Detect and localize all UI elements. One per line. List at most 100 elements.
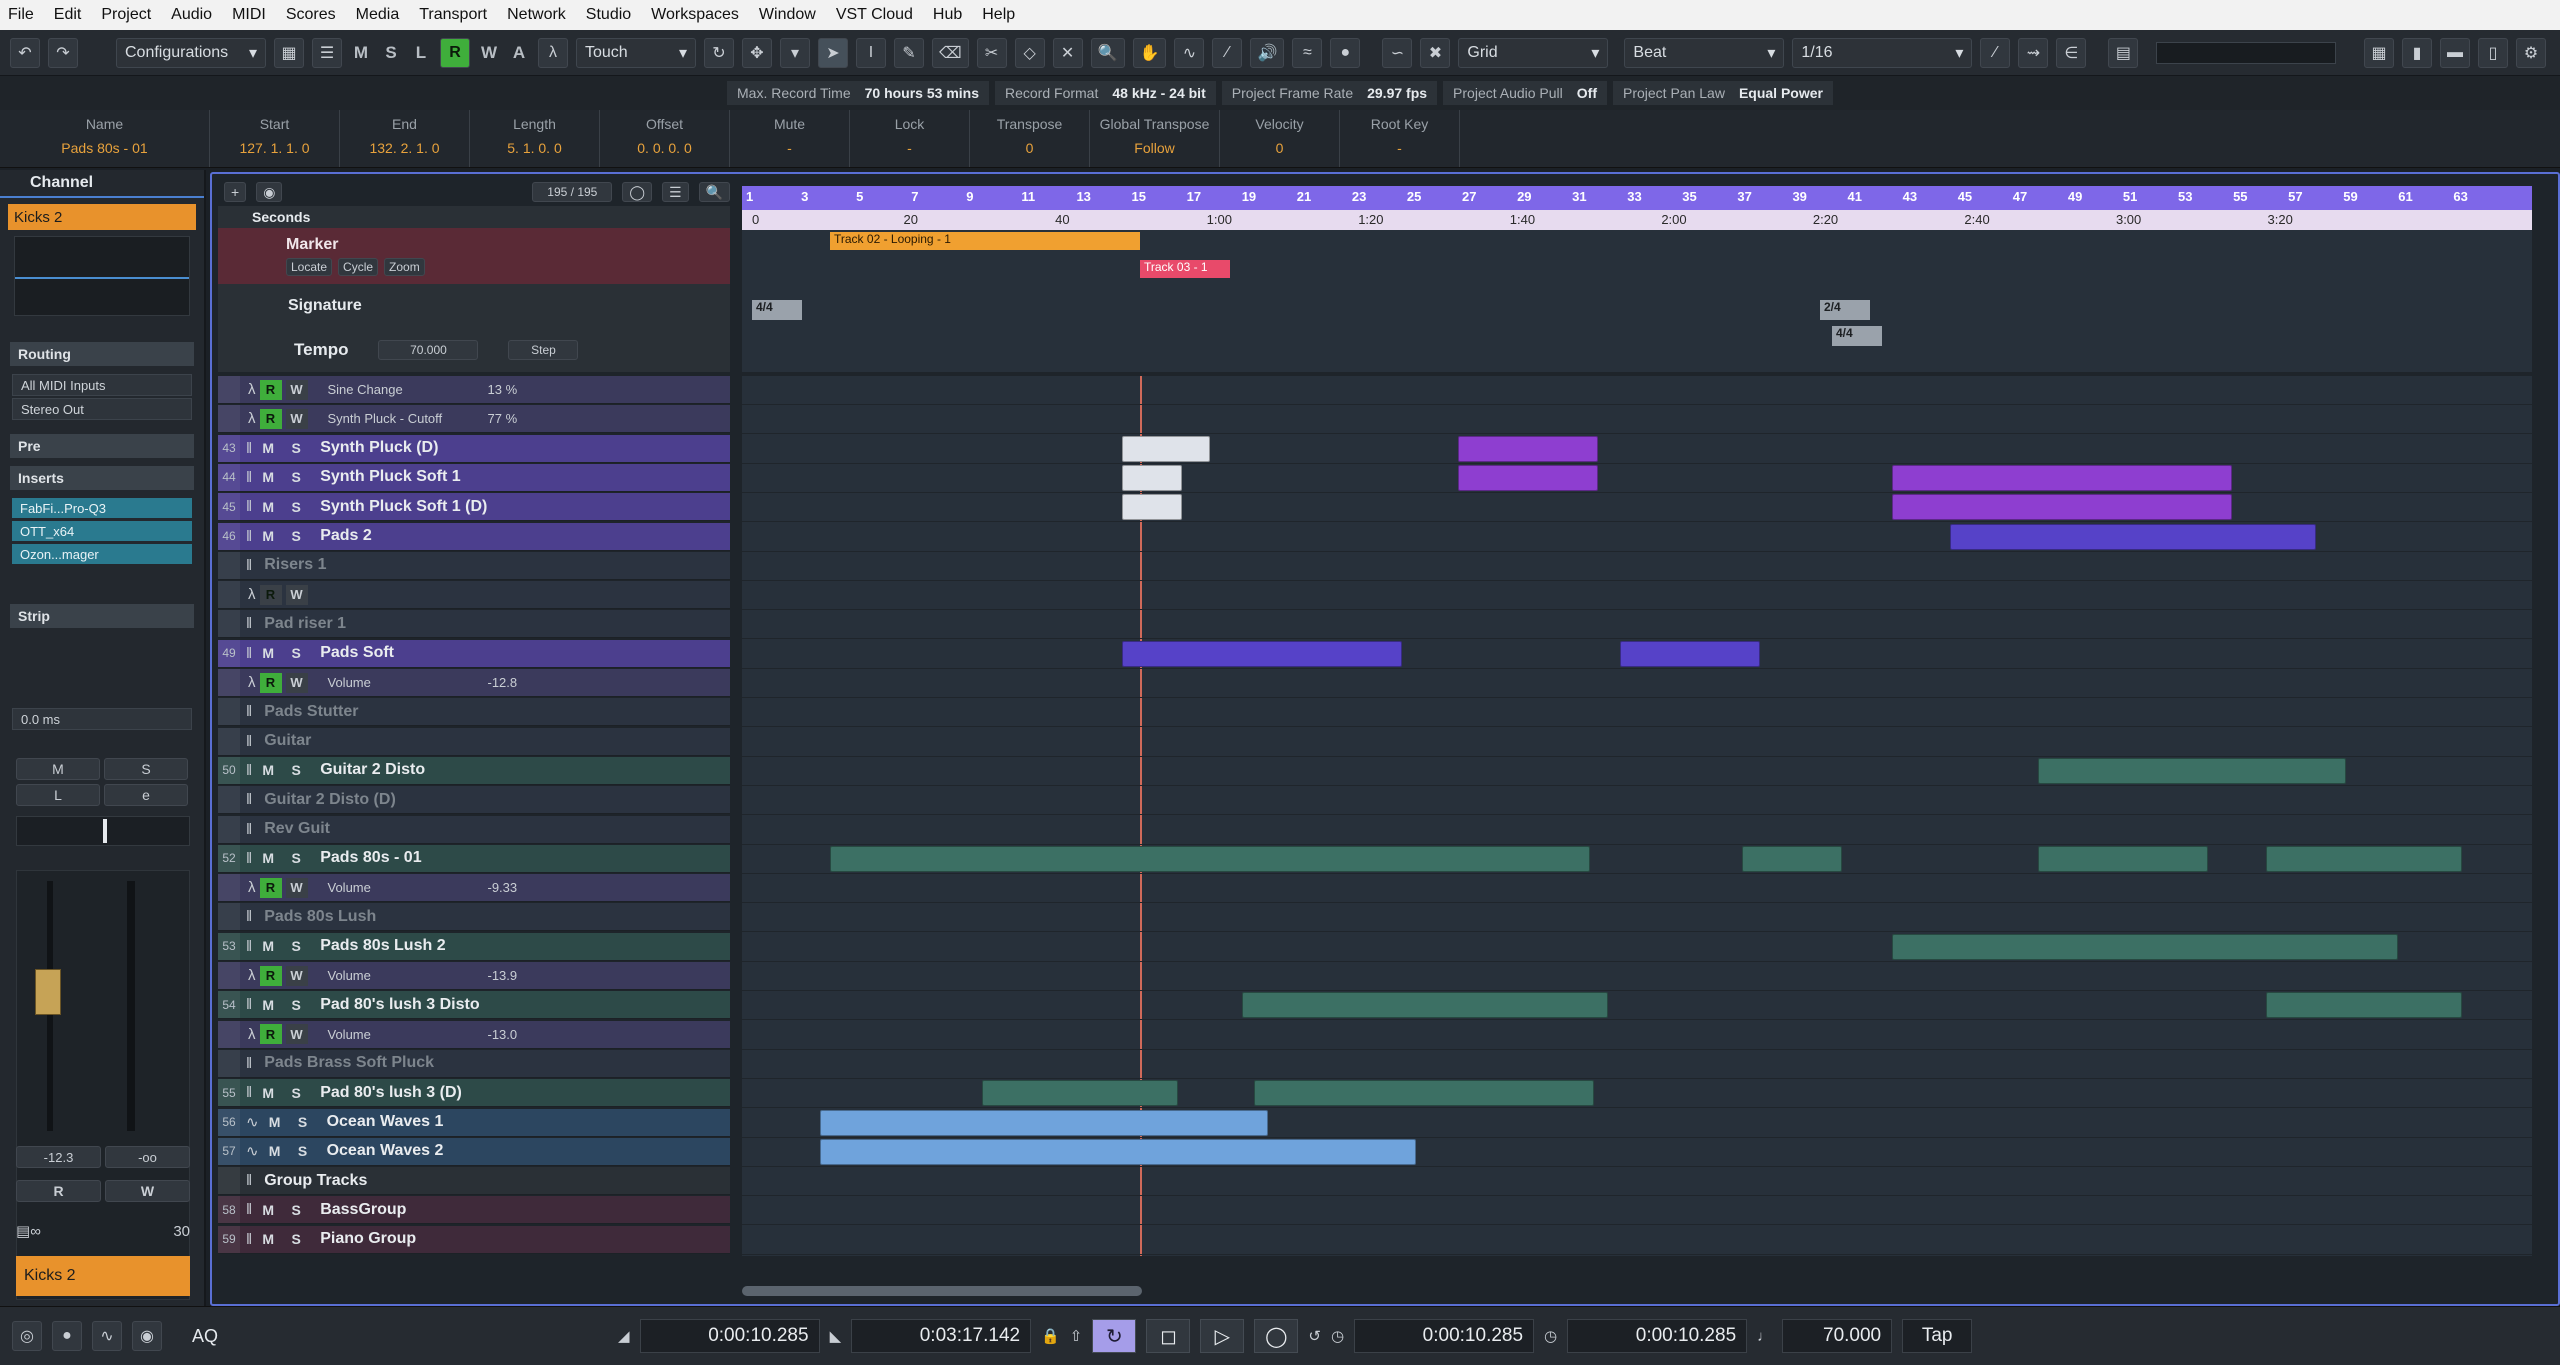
track-row[interactable]: ‖ Pad riser 1 xyxy=(218,610,730,639)
solo-button[interactable]: S xyxy=(284,935,308,957)
automation-icon[interactable]: λ xyxy=(248,674,256,691)
track-name[interactable]: Guitar 2 Disto (D) xyxy=(264,791,396,809)
pre-section[interactable]: Pre xyxy=(10,434,194,458)
track-name[interactable]: Synth Pluck Soft 1 (D) xyxy=(320,498,487,516)
comp-tool-icon[interactable]: ≈ xyxy=(1292,37,1323,68)
record-button[interactable]: ◯ xyxy=(1254,1319,1299,1353)
mute-button[interactable]: M xyxy=(256,1082,280,1104)
read-state[interactable]: R xyxy=(440,37,470,68)
quantize-apply-icon[interactable]: ∈ xyxy=(2056,37,2087,68)
track-name[interactable]: Pads Stutter xyxy=(264,703,358,721)
track-row[interactable]: λRW xyxy=(218,581,730,610)
signature-track-header[interactable]: Signature xyxy=(218,284,730,328)
track-row[interactable]: 57 ∿ M S Ocean Waves 2 xyxy=(218,1137,730,1166)
event-clip[interactable] xyxy=(2038,757,2346,784)
menu-item-media[interactable]: Media xyxy=(356,6,400,24)
quantize-dropdown[interactable]: 1/16 ▾ xyxy=(1792,37,1973,68)
read-button[interactable]: R xyxy=(259,584,282,605)
event-clip[interactable] xyxy=(1892,933,2398,960)
event-clip[interactable] xyxy=(2038,845,2208,872)
info-field[interactable]: Mute - xyxy=(730,110,850,167)
mute-button[interactable]: M xyxy=(256,1228,280,1250)
timewarp-tool-icon[interactable]: ∿ xyxy=(1174,37,1205,68)
mute-button[interactable]: M xyxy=(256,759,280,781)
tap-tempo-button[interactable]: Tap xyxy=(1902,1319,1973,1353)
track-row[interactable]: ‖ Pads Stutter xyxy=(218,698,730,727)
menu-item-file[interactable]: File xyxy=(8,6,34,24)
track-row[interactable]: 58 ‖ M S BassGroup xyxy=(218,1196,730,1225)
event-clip[interactable] xyxy=(2266,845,2462,872)
inspector-channel-tab[interactable]: Channel xyxy=(0,170,204,198)
menu-item-scores[interactable]: Scores xyxy=(286,6,336,24)
event-clip[interactable] xyxy=(1254,1080,1594,1107)
automation-parameter[interactable]: Synth Pluck - Cutoff xyxy=(328,411,468,426)
menu-item-edit[interactable]: Edit xyxy=(54,6,82,24)
read-button[interactable]: R xyxy=(259,877,282,898)
info-field[interactable]: Start 127. 1. 1. 0 xyxy=(210,110,340,167)
fader-value[interactable]: -12.3 xyxy=(16,1146,101,1168)
info-field[interactable]: Offset 0. 0. 0. 0 xyxy=(600,110,730,167)
track-name[interactable]: Ocean Waves 1 xyxy=(327,1113,444,1131)
write-button[interactable]: W xyxy=(285,877,308,898)
align-icon[interactable]: ▤ xyxy=(2108,37,2139,68)
track-row[interactable]: 56 ∿ M S Ocean Waves 1 xyxy=(218,1108,730,1137)
automation-mode-dropdown[interactable]: Touch ▾ xyxy=(576,37,696,68)
track-row[interactable]: ‖ Risers 1 xyxy=(218,551,730,580)
inspector-mute-button[interactable]: M xyxy=(16,758,100,780)
strip-section[interactable]: Strip xyxy=(10,604,194,628)
track-name[interactable]: Guitar 2 Disto xyxy=(320,761,425,779)
mute-tool-icon[interactable]: ✕ xyxy=(1052,37,1083,68)
automation-icon[interactable]: λ xyxy=(248,967,256,984)
menu-item-vst-cloud[interactable]: VST Cloud xyxy=(836,6,913,24)
inspector-read-button[interactable]: R xyxy=(16,1180,101,1202)
inserts-section[interactable]: Inserts xyxy=(10,466,194,490)
read-button[interactable]: R xyxy=(259,1024,282,1045)
mute-button[interactable]: M xyxy=(256,466,280,488)
automation-value[interactable]: 13 % xyxy=(488,382,518,397)
volume-fader[interactable] xyxy=(35,969,61,1015)
add-track-preset-icon[interactable]: ◉ xyxy=(256,182,283,202)
iterative-quantize-icon[interactable]: ⇝ xyxy=(2018,37,2049,68)
event-clip[interactable] xyxy=(820,1109,1268,1136)
info-value[interactable]: 0 xyxy=(978,140,1081,156)
track-row[interactable]: 49 ‖ M S Pads Soft xyxy=(218,639,730,668)
track-name[interactable]: Synth Pluck (D) xyxy=(320,439,438,457)
track-name[interactable]: BassGroup xyxy=(320,1201,406,1219)
automation-parameter[interactable]: Volume xyxy=(328,880,468,895)
menu-item-transport[interactable]: Transport xyxy=(419,6,487,24)
mute-state[interactable]: M xyxy=(350,43,372,63)
menu-item-help[interactable]: Help xyxy=(982,6,1015,24)
link-icon[interactable]: ∞ xyxy=(30,1223,41,1240)
track-row[interactable]: 59 ‖ M S Piano Group xyxy=(218,1225,730,1254)
line-tool-icon[interactable]: ∕ xyxy=(1212,37,1243,68)
track-row[interactable]: ‖ Guitar xyxy=(218,727,730,756)
window-layout-icon[interactable]: ▦ xyxy=(2364,37,2394,68)
solo-button[interactable]: S xyxy=(284,496,308,518)
marker-track-header[interactable]: Marker Locate Cycle Zoom xyxy=(218,228,730,284)
write-button[interactable]: W xyxy=(285,584,308,605)
quantize-toggle-icon[interactable]: ∕ xyxy=(1980,37,2011,68)
tempo-icon[interactable]: ♩ xyxy=(1757,1328,1772,1345)
solo-button[interactable]: S xyxy=(284,642,308,664)
record-mode-icon[interactable]: ● xyxy=(52,1321,82,1351)
inspector-write-button[interactable]: W xyxy=(105,1180,190,1202)
insert-slot-2[interactable]: OTT_x64 xyxy=(12,521,192,541)
event-clip[interactable] xyxy=(982,1080,1178,1107)
marker-cycle-select[interactable]: Cycle xyxy=(338,258,379,276)
inspector-solo-button[interactable]: S xyxy=(104,758,188,780)
read-button[interactable]: R xyxy=(259,672,282,693)
event-clip[interactable] xyxy=(1620,640,1760,667)
event-clip[interactable] xyxy=(1122,494,1182,521)
info-value[interactable]: 132. 2. 1. 0 xyxy=(348,140,461,156)
right-zone-icon[interactable]: ▯ xyxy=(2478,37,2508,68)
track-row[interactable]: 54 ‖ M S Pad 80's lush 3 Disto xyxy=(218,991,730,1020)
tempo-track-header[interactable]: Tempo 70.000 Step xyxy=(218,328,730,372)
info-field[interactable]: Transpose 0 xyxy=(970,110,1090,167)
pointer-tool-icon[interactable]: ➤ xyxy=(818,37,848,68)
track-name[interactable]: Pads 80s Lush xyxy=(264,908,376,926)
read-button[interactable]: R xyxy=(259,408,282,429)
menu-item-network[interactable]: Network xyxy=(507,6,566,24)
track-name[interactable]: Pad 80's lush 3 (D) xyxy=(320,1084,462,1102)
track-name[interactable]: Rev Guit xyxy=(264,820,330,838)
event-display[interactable] xyxy=(742,376,2532,1256)
